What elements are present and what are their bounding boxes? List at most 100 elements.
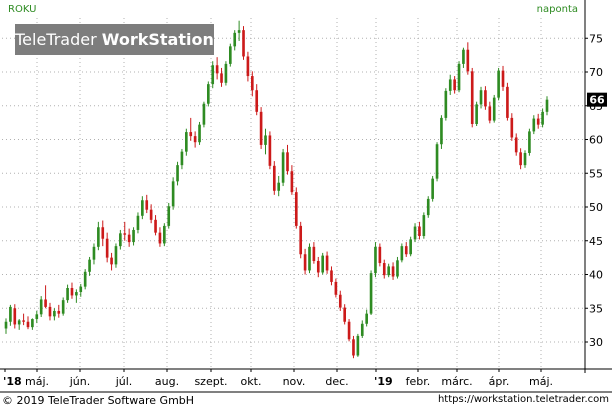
- candle-body: [457, 63, 461, 91]
- x-tick-label: '18: [3, 375, 22, 388]
- candle-body: [145, 200, 149, 210]
- candle-body: [264, 135, 267, 145]
- candle-body: [536, 118, 540, 125]
- candle-body: [312, 246, 316, 261]
- candle-body: [13, 308, 17, 325]
- candle-body: [501, 70, 505, 87]
- x-tick-label: febr.: [406, 375, 431, 388]
- candle-body: [545, 99, 549, 112]
- candle-body: [48, 306, 52, 317]
- candle-body: [352, 339, 355, 356]
- candle-body: [4, 321, 8, 329]
- footer-url: https://workstation.teletrader.com: [437, 394, 609, 405]
- candle-body: [334, 281, 338, 295]
- candle-body: [382, 263, 386, 276]
- x-tick-label: jún.: [69, 375, 91, 388]
- candle-body: [246, 56, 250, 77]
- candle-body: [97, 227, 100, 247]
- candle-body: [396, 260, 399, 277]
- y-tick-label: 35: [589, 302, 603, 315]
- candle-body: [215, 65, 219, 74]
- candle-body: [475, 104, 478, 124]
- candle-body: [123, 233, 127, 235]
- candle-body: [272, 165, 276, 191]
- candle-body: [440, 117, 443, 145]
- candle-body: [308, 246, 311, 271]
- candle-body: [9, 306, 12, 322]
- candle-body: [400, 246, 404, 261]
- candle-body: [167, 206, 171, 226]
- candle-body: [303, 254, 307, 271]
- x-tick-label: márc.: [441, 375, 472, 388]
- candle-body: [294, 192, 298, 226]
- y-tick-label: 30: [589, 336, 603, 349]
- candle-body: [422, 215, 426, 237]
- x-tick-label: ápr.: [489, 375, 510, 388]
- candle-body: [136, 215, 140, 230]
- candle-body: [418, 226, 421, 237]
- candle-body: [114, 246, 118, 265]
- candle-body: [53, 310, 56, 317]
- candle-body: [22, 320, 25, 322]
- candle-body: [127, 234, 131, 243]
- candle-body: [387, 266, 390, 276]
- candle-body: [431, 178, 434, 199]
- candle-body: [92, 246, 96, 260]
- candle-body: [202, 103, 206, 125]
- candle-body: [277, 182, 281, 191]
- candle-body: [75, 292, 78, 296]
- interval-label[interactable]: naponta: [537, 4, 578, 15]
- candle-body: [83, 271, 87, 287]
- candle-body: [242, 30, 245, 57]
- candle-body: [61, 300, 65, 314]
- candle-body: [444, 90, 448, 118]
- candle-body: [325, 255, 329, 271]
- candle-body: [356, 335, 360, 356]
- candle-body: [141, 200, 144, 216]
- candle-body: [185, 132, 188, 152]
- x-tick-label: szept.: [194, 375, 227, 388]
- x-tick-label: máj.: [529, 375, 553, 388]
- candle-body: [497, 70, 500, 98]
- candle-body: [198, 124, 201, 143]
- candle-body: [281, 152, 285, 183]
- candle-body: [299, 225, 303, 255]
- candle-body: [255, 90, 259, 112]
- y-tick-label: 45: [589, 235, 603, 248]
- candle-body: [189, 132, 193, 137]
- candle-body: [519, 152, 522, 166]
- candle-body: [523, 153, 527, 166]
- candle-body: [154, 219, 157, 233]
- y-tick-label: 55: [589, 167, 603, 180]
- candlestick-series: [4, 20, 549, 359]
- candle-body: [211, 65, 215, 85]
- candle-body: [374, 246, 377, 274]
- candle-body: [158, 232, 162, 244]
- watermark-brand: TeleTrader: [15, 30, 97, 49]
- candle-body: [88, 259, 91, 272]
- x-tick-label: '19: [374, 375, 393, 388]
- candle-body: [268, 135, 272, 166]
- candle-body: [290, 171, 294, 193]
- candle-body: [369, 273, 373, 314]
- candle-body: [35, 314, 39, 320]
- watermark-logo: TeleTrader WorkStation: [15, 24, 214, 55]
- candle-body: [259, 111, 263, 145]
- candle-body: [101, 227, 105, 239]
- candle-body: [119, 233, 122, 247]
- candle-body: [31, 319, 34, 328]
- candle-body: [193, 136, 197, 143]
- y-tick-label: 40: [589, 269, 603, 282]
- candle-body: [228, 46, 232, 64]
- symbol-label: ROKU: [8, 4, 37, 15]
- candle-body: [321, 255, 325, 273]
- candle-body: [360, 323, 364, 336]
- candle-body: [250, 76, 254, 91]
- candle-body: [343, 307, 346, 322]
- candle-body: [510, 117, 514, 138]
- candle-body: [224, 63, 228, 83]
- candle-body: [17, 320, 21, 325]
- candle-body: [409, 239, 412, 255]
- watermark-product: WorkStation: [101, 30, 214, 49]
- axes: 30354045505560657075'18máj.jún.júl.aug.s…: [0, 0, 612, 393]
